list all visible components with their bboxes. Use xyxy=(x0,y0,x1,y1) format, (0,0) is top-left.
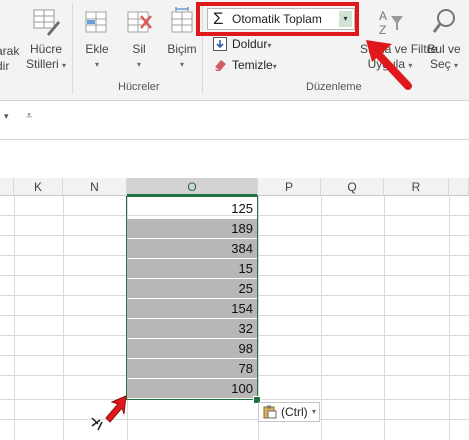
grid-line xyxy=(449,196,450,440)
name-box-dropdown-icon[interactable]: ▾ xyxy=(4,111,9,122)
find-select-label-2: Seç ▾ xyxy=(429,57,459,71)
cursor-arrow-annotation xyxy=(91,395,127,431)
clear-label: Temizle▾ xyxy=(232,58,277,72)
delete-cells-label: Sil xyxy=(132,42,146,56)
delete-cells-icon xyxy=(127,11,152,33)
find-select-label-1: Bul ve xyxy=(427,42,461,56)
column-header-k[interactable]: K xyxy=(14,178,63,196)
grid-line xyxy=(321,196,322,440)
column-header-r[interactable]: R xyxy=(384,178,449,196)
grid-line xyxy=(0,419,469,420)
insert-cells-button[interactable]: Ekle ▾ xyxy=(80,6,114,72)
column-header-n[interactable]: N xyxy=(63,178,127,196)
paste-options-caret: ▾ xyxy=(311,407,316,416)
fill-label: Doldur▾ xyxy=(232,37,272,51)
column-header-p[interactable]: P xyxy=(258,178,321,196)
find-select-button[interactable]: Bul ve Seç ▾ xyxy=(424,6,464,73)
ribbon: arak dir ▾ Hücre Stilleri ▾ Ekle ▾ xyxy=(0,0,469,101)
grid-line xyxy=(63,196,64,440)
selection-border xyxy=(126,196,258,400)
format-cells-caret: ▾ xyxy=(179,60,184,69)
format-cells-label: Biçim xyxy=(167,42,197,56)
search-icon xyxy=(432,9,455,33)
paste-options-label: (Ctrl) xyxy=(281,405,308,419)
insert-cells-icon xyxy=(85,11,107,33)
delete-cells-caret: ▾ xyxy=(136,60,141,69)
formula-bar: ▾ ⩡ xyxy=(0,101,469,140)
column-header-next[interactable] xyxy=(449,178,469,196)
highlight-box xyxy=(196,2,359,36)
sheet-top-space xyxy=(0,140,469,178)
cell-styles-label-2: Stilleri ▾ xyxy=(25,57,67,71)
column-header-rowstub xyxy=(0,178,14,196)
format-as-table-button[interactable]: arak dir ▾ xyxy=(0,44,20,90)
paste-options-button[interactable]: (Ctrl) ▾ xyxy=(258,402,320,422)
clipboard-icon xyxy=(263,405,277,419)
formula-expand-icon[interactable]: ⩡ xyxy=(26,110,32,123)
fill-down-icon xyxy=(213,37,227,51)
format-as-table-label-1: arak xyxy=(0,44,20,58)
delete-cells-button[interactable]: Sil ▾ xyxy=(122,6,156,72)
svg-text:A: A xyxy=(379,9,387,23)
column-header-o[interactable]: O xyxy=(127,178,258,196)
red-arrow-annotation xyxy=(366,40,412,90)
editing-group-label: Düzenleme xyxy=(306,81,362,93)
cell-styles-icon xyxy=(33,9,60,36)
grid-line xyxy=(14,196,15,440)
format-cells-icon xyxy=(171,7,193,33)
insert-cells-caret: ▾ xyxy=(94,60,99,69)
grid-line xyxy=(384,196,385,440)
eraser-icon xyxy=(214,60,226,71)
cell-styles-button[interactable]: Hücre Stilleri ▾ xyxy=(22,6,70,73)
insert-cells-label: Ekle xyxy=(85,42,109,56)
column-header-q[interactable]: Q xyxy=(321,178,384,196)
ribbon-separator xyxy=(72,4,73,94)
cell-styles-label-1: Hücre xyxy=(29,42,62,56)
cells-group-label: Hücreler xyxy=(118,81,160,93)
format-as-table-label-2: dir ▾ xyxy=(0,59,10,87)
